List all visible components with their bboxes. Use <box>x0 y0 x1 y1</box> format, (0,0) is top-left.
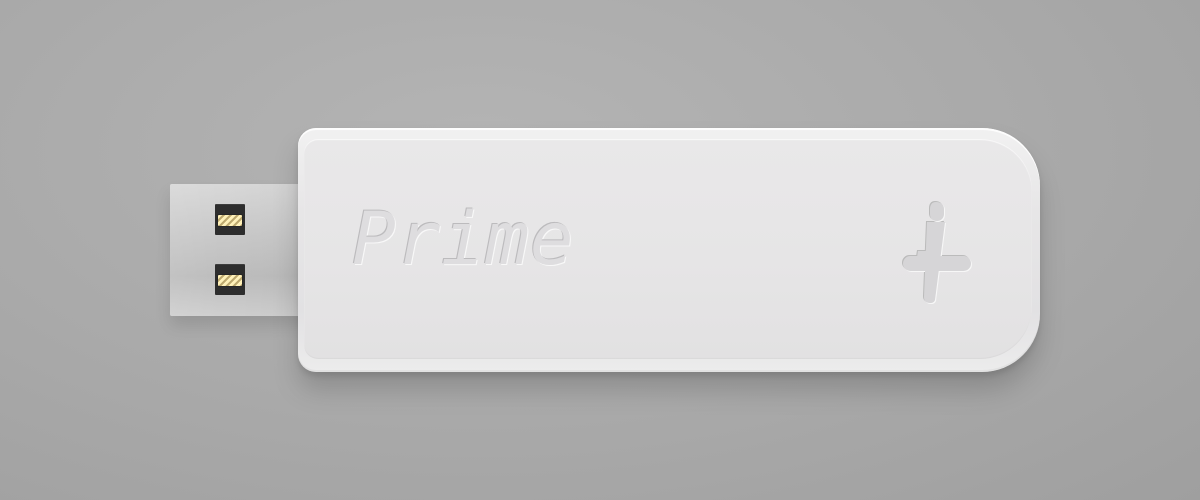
usb-contact-strip-top <box>218 215 242 226</box>
plus-icon <box>899 199 975 303</box>
usb-connector-slot-top <box>215 204 245 235</box>
usb-flash-drive-scene: Prime <box>0 0 1200 500</box>
usb-connector-slot-bottom <box>215 264 245 295</box>
brand-name: Prime <box>352 197 575 282</box>
usb-contact-strip-bottom <box>218 275 242 286</box>
